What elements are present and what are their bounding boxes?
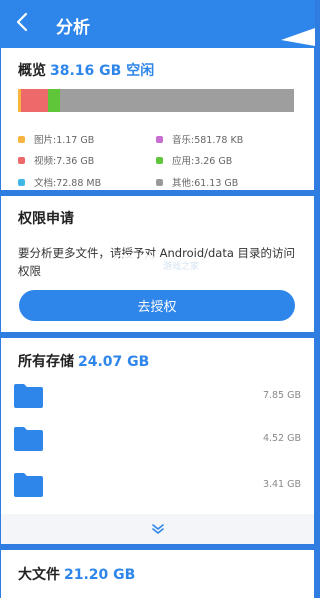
folder-icon [14, 473, 43, 497]
all-storage-total: 24.07 GB [78, 354, 150, 370]
legend-music: 音乐:581.78 KB [156, 132, 243, 146]
permission-title: 权限申请 [18, 211, 74, 227]
folder-row[interactable]: 3.41 GB [1, 470, 314, 502]
legend-apps-label: 应用:3.26 GB [172, 156, 233, 167]
folder-icon [14, 384, 43, 408]
legend-images-dot [18, 135, 25, 143]
overview-card: 概览 38.16 GB 空闲 图片:1.17 GB 音乐:581.78 KB 视频… [1, 48, 314, 190]
legend-docs: 文档:72.88 MB [18, 175, 101, 189]
storage-segment-apps [48, 89, 61, 112]
legend-video-dot [18, 156, 25, 164]
folder-size: 3.41 GB [262, 479, 301, 490]
all-storage-card: 所有存储 24.07 GB 7.85 GB 4.52 GB 3.41 GB [1, 338, 314, 544]
large-files-label: 大文件 [18, 567, 60, 583]
overview-title: 概览 38.16 GB 空闲 [18, 60, 154, 80]
legend-music-label: 音乐:581.78 KB [172, 135, 244, 146]
legend-images: 图片:1.17 GB [18, 132, 94, 146]
all-storage-label: 所有存储 [18, 354, 74, 370]
authorize-button[interactable]: 去授权 [19, 290, 295, 321]
folder-row[interactable]: 7.85 GB [1, 381, 314, 413]
app-header: 分析 [0, 0, 315, 48]
watermark-logo: K73 游戏之家 [101, 251, 231, 291]
overview-label: 概览 [18, 63, 46, 79]
folder-icon [14, 427, 43, 451]
all-storage-title: 所有存储 24.07 GB [18, 351, 149, 371]
legend-docs-dot [18, 178, 25, 186]
large-files-title: 大文件 21.20 GB [18, 564, 135, 584]
legend-other: 其他:61.13 GB [156, 175, 238, 189]
double-chevron-down-icon [151, 524, 164, 534]
permission-card: 权限申请 要分析更多文件，请授予对 Android/data 目录的访问权限 去… [1, 196, 314, 332]
folder-size: 7.85 GB [262, 390, 301, 401]
authorize-button-label: 去授权 [137, 300, 177, 315]
legend-images-label: 图片:1.17 GB [34, 135, 95, 146]
legend-apps: 应用:3.26 GB [156, 153, 232, 167]
large-files-card: 大文件 21.20 GB [1, 550, 314, 598]
storage-usage-bar [18, 89, 294, 112]
back-button[interactable] [8, 8, 36, 36]
watermark-main: K73 [101, 251, 158, 281]
legend-video-label: 视频:7.36 GB [34, 156, 95, 167]
expand-button[interactable] [1, 514, 314, 544]
folder-size: 4.52 GB [262, 433, 301, 444]
legend-music-dot [156, 135, 163, 143]
watermark-sub: 游戏之家 [163, 262, 200, 272]
corner-decoration [281, 28, 315, 46]
storage-segment-video [21, 89, 49, 112]
arrow-left-icon [16, 12, 28, 32]
large-files-total: 21.20 GB [64, 567, 136, 583]
legend-apps-dot [156, 156, 163, 164]
legend-video: 视频:7.36 GB [18, 153, 94, 167]
legend-other-label: 其他:61.13 GB [172, 178, 239, 189]
folder-row[interactable]: 4.52 GB [1, 424, 314, 456]
legend-other-dot [156, 178, 163, 186]
page-title: 分析 [56, 18, 90, 38]
legend-docs-label: 文档:72.88 MB [34, 178, 102, 189]
free-space: 38.16 GB 空闲 [50, 63, 155, 79]
